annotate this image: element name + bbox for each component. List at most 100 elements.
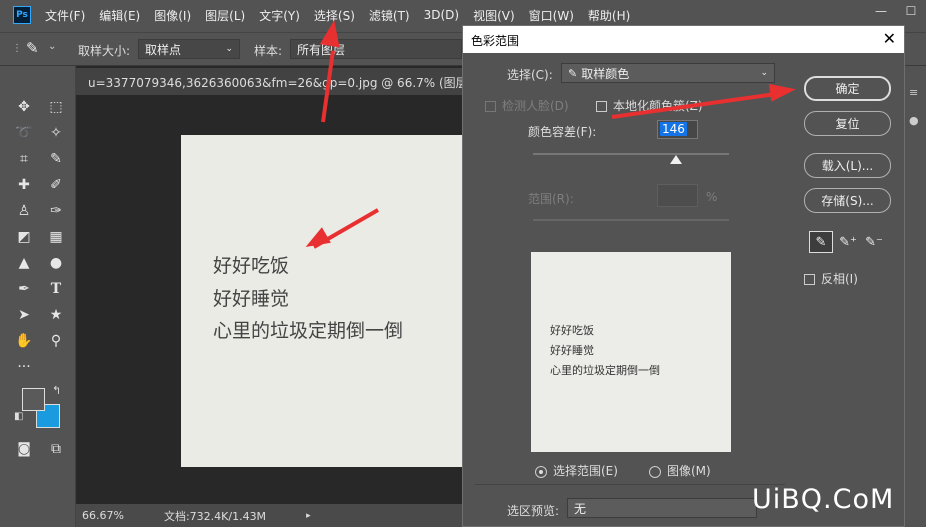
sample-size-select[interactable]: 取样点 ⌄	[138, 39, 240, 59]
range-slider-track	[533, 219, 729, 221]
checkbox-box[interactable]	[804, 274, 815, 285]
preview-text-line: 好好吃饭	[550, 324, 594, 337]
sample-label: 样本:	[254, 44, 283, 58]
eyedropper-tool-icon[interactable]: ✎	[44, 148, 68, 170]
shape-tool-icon[interactable]: ★	[44, 304, 68, 326]
fuzziness-slider-track[interactable]	[533, 153, 729, 155]
fuzziness-input[interactable]: 146	[657, 120, 698, 139]
foreground-color-swatch[interactable]	[22, 388, 45, 411]
close-icon[interactable]: ✕	[883, 29, 896, 48]
selection-preview-image[interactable]: 好好吃饭 好好睡觉 心里的垃圾定期倒一倒	[531, 252, 731, 452]
quick-mask-icon[interactable]: ◙	[12, 438, 36, 460]
sample-size-label: 取样大小:	[78, 44, 131, 58]
range-unit: %	[706, 190, 718, 204]
menu-filter[interactable]: 滤镜(T)	[369, 7, 410, 24]
annotation-arrowhead	[768, 80, 798, 102]
select-dropdown[interactable]: ✎ 取样颜色 ⌄	[561, 63, 775, 83]
minimize-icon[interactable]: —	[866, 0, 896, 22]
menu-file[interactable]: 文件(F)	[45, 7, 85, 24]
menu-layer[interactable]: 图层(L)	[205, 7, 245, 24]
dodge-tool-icon[interactable]: ●	[44, 252, 68, 274]
menu-image[interactable]: 图像(I)	[154, 7, 191, 24]
chevron-down-icon: ⌄	[760, 68, 768, 78]
hand-tool-icon[interactable]: ✋	[12, 330, 36, 352]
menu-help[interactable]: 帮助(H)	[588, 7, 630, 24]
chevron-down-icon[interactable]: ⌄	[48, 41, 56, 52]
crop-tool-icon[interactable]: ⌗	[12, 148, 36, 170]
status-bar: 66.67% 文档:732.4K/1.43M ▸	[76, 504, 466, 527]
radio-button[interactable]	[535, 465, 547, 478]
reset-button[interactable]: 复位	[804, 111, 891, 136]
toolbox: ✥ ⬚ ➰ ✧ ⌗ ✎ ✚ ✐ ♙ ✑ ◩ ▦ ▲ ● ✒ T ➤ ★ ✋ ⚲ …	[0, 66, 76, 527]
chevron-down-icon: ⌄	[225, 44, 233, 54]
sample-size-value: 取样点	[145, 42, 182, 57]
pen-tool-icon[interactable]: ✒	[12, 278, 36, 300]
save-button[interactable]: 存储(S)...	[804, 188, 891, 213]
ok-button[interactable]: 确定	[804, 76, 891, 101]
radio-button[interactable]	[649, 465, 661, 478]
radio-selection[interactable]: 选择范围(E)	[535, 462, 618, 479]
invert-label: 反相(I)	[821, 272, 858, 286]
grip-icon: ⋮	[12, 43, 22, 54]
path-selection-tool-icon[interactable]: ➤	[12, 304, 36, 326]
history-brush-tool-icon[interactable]: ✑	[44, 200, 68, 222]
detect-faces-label: 检测人脸(D)	[502, 99, 569, 113]
healing-brush-tool-icon[interactable]: ✚	[12, 174, 36, 196]
menu-window[interactable]: 窗口(W)	[529, 7, 574, 24]
photoshop-logo-icon: Ps	[13, 6, 31, 24]
more-tools-icon[interactable]: ···	[12, 356, 36, 378]
right-panel-strip: ≡ ●	[903, 66, 926, 527]
swap-colors-icon[interactable]: ↰	[52, 384, 61, 397]
load-button[interactable]: 载入(L)...	[804, 153, 891, 178]
blur-tool-icon[interactable]: ▲	[12, 252, 36, 274]
status-menu-icon[interactable]: ▸	[306, 511, 311, 521]
menu-edit[interactable]: 编辑(E)	[99, 7, 140, 24]
watermark: UiBQ.CoM	[752, 484, 895, 515]
clone-stamp-tool-icon[interactable]: ♙	[12, 200, 36, 222]
lasso-tool-icon[interactable]: ➰	[12, 122, 36, 144]
panel-menu-icon[interactable]: ≡	[909, 86, 918, 99]
document-canvas[interactable]: 好好吃饭 好好睡觉 心里的垃圾定期倒一倒	[181, 135, 462, 467]
document-tab[interactable]: u=3377079346,3626360063&fm=26&gp=0.jpg @…	[76, 68, 466, 95]
radio-selection-label: 选择范围(E)	[553, 464, 618, 478]
menu-3d[interactable]: 3D(D)	[424, 8, 459, 22]
menu-type[interactable]: 文字(Y)	[259, 7, 300, 24]
eyedropper-minus-icon[interactable]: ✎⁻	[862, 231, 886, 253]
gradient-tool-icon[interactable]: ▦	[44, 226, 68, 248]
radio-image[interactable]: 图像(M)	[649, 462, 711, 479]
eyedropper-tool-preset-icon[interactable]: ✎	[26, 39, 39, 57]
window-controls: — ☐	[866, 0, 926, 26]
eraser-tool-icon[interactable]: ◩	[12, 226, 36, 248]
maximize-icon[interactable]: ☐	[896, 0, 926, 22]
menu-view[interactable]: 视图(V)	[473, 7, 515, 24]
preview-text-line: 好好睡觉	[550, 344, 594, 357]
eyedropper-plus-icon[interactable]: ✎⁺	[836, 231, 860, 253]
type-tool-icon[interactable]: T	[44, 278, 68, 300]
sample-select[interactable]: 所有图层	[290, 39, 462, 59]
checkbox-box[interactable]	[596, 101, 607, 112]
screen-mode-icon[interactable]: ⧉	[44, 438, 68, 460]
selection-preview-select[interactable]: 无	[567, 498, 757, 518]
fuzziness-label: 颜色容差(F):	[528, 125, 597, 139]
zoom-level[interactable]: 66.67%	[82, 509, 124, 522]
fuzziness-value: 146	[660, 122, 687, 136]
zoom-tool-icon[interactable]: ⚲	[44, 330, 68, 352]
move-tool-icon[interactable]: ✥	[12, 96, 36, 118]
preview-text-line: 心里的垃圾定期倒一倒	[550, 364, 660, 377]
canvas-text-line: 好好吃饭	[213, 255, 290, 277]
select-value: 取样颜色	[581, 66, 630, 81]
default-colors-icon[interactable]: ◧	[14, 411, 23, 422]
invert-checkbox[interactable]: 反相(I)	[804, 270, 858, 287]
eyedropper-icon[interactable]: ✎	[809, 231, 833, 253]
radio-image-label: 图像(M)	[667, 464, 711, 478]
eyedropper-icon: ✎	[568, 66, 578, 80]
fuzziness-slider-thumb[interactable]	[670, 155, 683, 164]
canvas-text-line: 好好睡觉	[213, 288, 290, 310]
divider	[475, 484, 785, 485]
range-input	[657, 184, 698, 207]
magic-wand-tool-icon[interactable]: ✧	[44, 122, 68, 144]
marquee-tool-icon[interactable]: ⬚	[44, 96, 68, 118]
brush-tool-icon[interactable]: ✐	[44, 174, 68, 196]
dialog-title: 色彩范围	[463, 26, 904, 53]
panel-dot-icon[interactable]: ●	[909, 114, 919, 127]
